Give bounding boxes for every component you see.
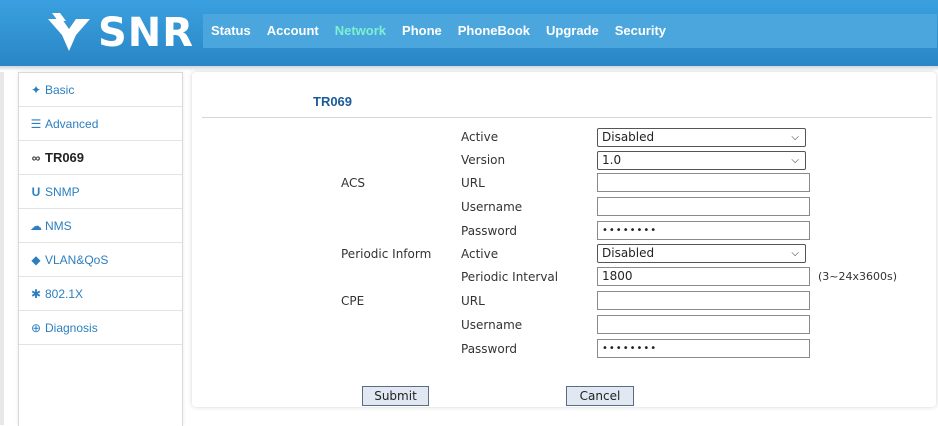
periodic-interval-input[interactable]: 1800 <box>597 267 810 286</box>
snr-logo-icon <box>48 13 90 51</box>
list-icon: ☰ <box>30 116 42 131</box>
sidebar-item-label: Advanced <box>45 116 99 131</box>
zoom-icon: ⊕ <box>30 320 42 335</box>
cpe-url-input[interactable] <box>597 291 810 310</box>
brand-name: SNR <box>98 10 195 56</box>
link-icon: ∞ <box>31 150 41 165</box>
acs-version-label: Version <box>461 153 506 167</box>
acs-active-select[interactable]: Disabled ⌵ <box>597 128 806 147</box>
sidebar-item-label: NMS <box>45 218 72 233</box>
sidebar-item-snmp[interactable]: U SNMP <box>19 175 182 209</box>
asterisk-icon: ✱ <box>30 286 42 301</box>
nav-account[interactable]: Account <box>259 14 327 48</box>
acs-password-label: Password <box>461 224 518 238</box>
header-shadow <box>0 66 938 71</box>
acs-version-select[interactable]: 1.0 ⌵ <box>597 151 806 170</box>
sidebar-item-tr069[interactable]: ∞ TR069 <box>19 141 182 175</box>
chevron-down-icon: ⌵ <box>791 248 799 259</box>
sidebar-item-label: Diagnosis <box>45 320 98 335</box>
acs-url-input[interactable] <box>597 173 810 192</box>
acs-password-input[interactable]: •••••••• <box>597 221 810 240</box>
periodic-interval-label: Periodic Interval <box>461 270 559 284</box>
pin-icon: ◆ <box>31 252 41 267</box>
header-bar: SNR Status Account Network Phone PhoneBo… <box>0 0 938 66</box>
periodic-interval-hint: (3~24x3600s) <box>818 270 898 283</box>
cloud-icon: ☁ <box>30 218 42 233</box>
acs-version-value: 1.0 <box>602 153 622 167</box>
cpe-username-label: Username <box>461 318 523 332</box>
cpe-password-label: Password <box>461 342 518 356</box>
sidebar-item-label: VLAN&QoS <box>45 252 109 267</box>
sidebar-item-diagnosis[interactable]: ⊕ Diagnosis <box>19 311 182 345</box>
cpe-password-input[interactable]: •••••••• <box>597 339 810 358</box>
sidebar-item-nms[interactable]: ☁ NMS <box>19 209 182 243</box>
nav-phonebook[interactable]: PhoneBook <box>450 14 538 48</box>
cpe-url-label: URL <box>461 294 485 308</box>
acs-username-label: Username <box>461 200 523 214</box>
periodic-active-select[interactable]: Disabled ⌵ <box>597 244 806 263</box>
brand-logo[interactable]: SNR <box>48 10 194 56</box>
periodic-active-value: Disabled <box>602 246 655 260</box>
nav-security[interactable]: Security <box>607 14 674 48</box>
sidebar-item-label: 802.1X <box>45 286 84 301</box>
acs-username-input[interactable] <box>597 197 810 216</box>
top-navigation: Status Account Network Phone PhoneBook U… <box>203 14 937 48</box>
acs-active-label: Active <box>461 130 499 144</box>
nav-phone[interactable]: Phone <box>394 14 450 48</box>
magnet-icon: U <box>31 184 41 199</box>
content-panel: TR069 ACS Periodic Inform CPE Active Dis… <box>192 72 936 407</box>
sidebar-item-basic[interactable]: ✦ Basic <box>19 73 182 107</box>
submit-button[interactable]: Submit <box>362 386 429 406</box>
nav-network[interactable]: Network <box>327 14 394 48</box>
sidebar-item-advanced[interactable]: ☰ Advanced <box>19 107 182 141</box>
sidebar-item-8021x[interactable]: ✱ 802.1X <box>19 277 182 311</box>
sidebar-item-label: TR069 <box>45 150 85 165</box>
sidebar-item-label: SNMP <box>45 184 80 199</box>
cpe-username-input[interactable] <box>597 315 810 334</box>
periodic-active-label: Active <box>461 247 499 261</box>
sidebar-item-vlan-qos[interactable]: ◆ VLAN&QoS <box>19 243 182 277</box>
cpe-group-label: CPE <box>341 294 365 308</box>
nav-upgrade[interactable]: Upgrade <box>538 14 607 48</box>
acs-url-label: URL <box>461 176 485 190</box>
acs-active-value: Disabled <box>602 130 655 144</box>
periodic-group-label: Periodic Inform <box>341 247 432 261</box>
title-divider <box>202 117 932 118</box>
fire-icon: ✦ <box>30 82 42 97</box>
acs-group-label: ACS <box>341 176 365 190</box>
chevron-down-icon: ⌵ <box>791 132 799 143</box>
page-title: TR069 <box>313 94 353 109</box>
sidebar: ✦ Basic ☰ Advanced ∞ TR069 U SNMP ☁ NMS … <box>18 72 183 426</box>
chevron-down-icon: ⌵ <box>791 155 799 166</box>
cancel-button[interactable]: Cancel <box>566 386 634 406</box>
left-edge <box>0 72 4 425</box>
nav-status[interactable]: Status <box>203 14 259 48</box>
sidebar-item-label: Basic <box>45 82 75 97</box>
